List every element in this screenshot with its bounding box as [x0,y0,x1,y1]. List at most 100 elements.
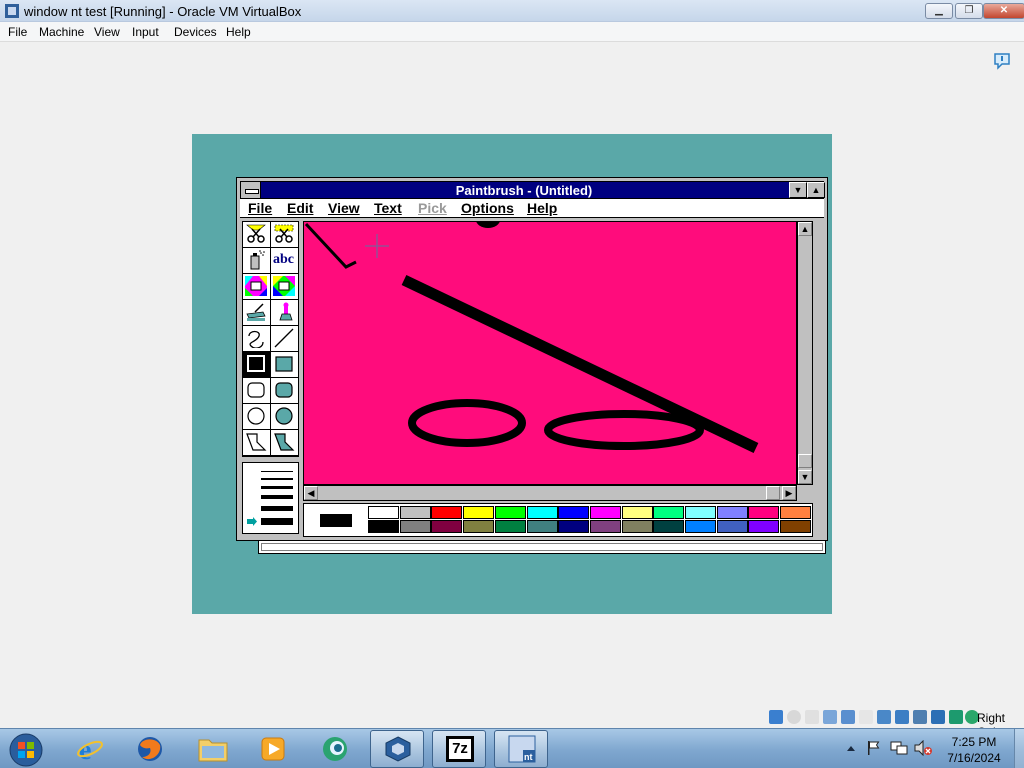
line-tool[interactable] [271,326,299,352]
palette-swatch[interactable] [368,506,399,519]
scroll-down-button[interactable]: ▼ [798,470,812,484]
menu-file[interactable]: File [8,25,27,39]
palette-swatch[interactable] [431,520,463,533]
floppy-icon[interactable] [805,710,819,724]
palette-swatch[interactable] [589,506,621,519]
close-button[interactable]: ✕ [983,3,1024,19]
rounded-box-tool[interactable] [243,378,271,404]
action-center-flag-icon[interactable] [866,740,882,756]
pb-menu-help[interactable]: Help [527,200,557,216]
volume-muted-icon[interactable] [914,740,932,756]
network-icon[interactable] [823,710,837,724]
pb-menu-file[interactable]: File [248,200,272,216]
menu-input[interactable]: Input [132,25,159,39]
filled-circle-tool[interactable] [271,404,299,430]
video-capture-icon[interactable] [895,710,909,724]
palette-swatch[interactable] [748,506,780,519]
menu-help[interactable]: Help [226,25,251,39]
line-size-selector[interactable] [242,462,299,534]
palette-swatch[interactable] [685,506,716,519]
pick-tool[interactable] [271,222,299,248]
palette-swatch[interactable] [463,506,495,519]
circle-tool[interactable] [243,404,271,430]
system-clock[interactable]: 7:25 PM 7/16/2024 [936,734,1012,766]
optical-drive-icon[interactable] [787,710,801,724]
usb-icon[interactable] [841,710,855,724]
filled-box-tool[interactable] [271,352,299,378]
box-tool[interactable] [243,352,271,378]
pb-menu-text[interactable]: Text [374,200,402,216]
pb-menu-edit[interactable]: Edit [287,200,313,216]
display-icon[interactable] [877,710,891,724]
hard-disk-icon[interactable] [769,710,783,724]
scroll-right-button[interactable]: ▶ [782,486,796,500]
taskbar-app[interactable] [308,730,362,768]
horizontal-scrollbar[interactable]: ◀ ▶ [303,485,797,501]
cpu-icon[interactable] [913,710,927,724]
brush-tool[interactable] [271,300,299,326]
vertical-scroll-thumb[interactable] [798,454,812,468]
line-widths[interactable] [243,463,298,533]
palette-swatch[interactable] [653,506,685,519]
system-menu-button[interactable] [241,182,261,198]
palette-swatch[interactable] [716,520,748,533]
restore-button[interactable]: ❐ [955,3,983,19]
scroll-up-button[interactable]: ▲ [798,222,812,236]
polygon-tool[interactable] [243,430,271,456]
pb-menu-options[interactable]: Options [461,200,514,216]
palette-swatch[interactable] [399,506,431,519]
minimize-button[interactable]: ▁ [925,3,953,19]
pb-menu-view[interactable]: View [328,200,360,216]
show-desktop-button[interactable] [1014,729,1024,768]
palette-swatch[interactable] [368,520,399,533]
palette-swatch[interactable] [685,520,716,533]
palette-swatch[interactable] [494,506,526,519]
filled-polygon-tool[interactable] [271,430,299,456]
notification-icon[interactable] [993,52,1011,70]
tray-expand-icon[interactable] [846,744,856,752]
palette-swatch[interactable] [526,506,558,519]
text-tool[interactable]: abc [271,248,299,274]
taskbar-windows-nt[interactable]: nt [494,730,548,768]
menu-machine[interactable]: Machine [39,25,84,39]
taskbar-explorer[interactable] [186,730,240,768]
palette-swatch[interactable] [558,506,590,519]
eraser-tool[interactable] [271,274,299,300]
color-eraser-tool[interactable] [243,274,271,300]
scroll-left-button[interactable]: ◀ [304,486,318,500]
palette-swatch[interactable] [399,520,431,533]
maximize-arrow-button[interactable]: ▲ [807,182,825,198]
shared-folders-icon[interactable] [859,710,873,724]
palette-swatch[interactable] [463,520,495,533]
paint-roller-tool[interactable] [243,300,271,326]
curve-tool[interactable] [243,326,271,352]
taskbar-ie[interactable]: e [63,730,117,768]
minimize-arrow-button[interactable]: ▼ [789,182,807,198]
taskbar-media[interactable] [246,730,300,768]
palette-swatch[interactable] [558,520,590,533]
taskbar-7zip[interactable]: 7z [432,730,486,768]
drawing-canvas[interactable] [303,221,797,485]
palette-swatch[interactable] [748,520,780,533]
filled-rounded-box-tool[interactable] [271,378,299,404]
vertical-scrollbar[interactable]: ▲ ▼ [797,221,813,485]
palette-swatch[interactable] [526,520,558,533]
vm-display[interactable]: Paintbrush - (Untitled) ▼ ▲ File Edit Vi… [192,134,832,614]
palette-swatch[interactable] [494,520,526,533]
menu-devices[interactable]: Devices [174,25,217,39]
palette-swatch[interactable] [589,520,621,533]
airbrush-tool[interactable] [243,248,271,274]
palette-swatch[interactable] [431,506,463,519]
palette-swatch[interactable] [780,506,812,519]
palette-swatch[interactable] [621,506,653,519]
horizontal-scroll-thumb[interactable] [766,486,780,500]
start-button[interactable] [0,730,54,768]
keyboard-capture-icon[interactable] [949,710,963,724]
network-tray-icon[interactable] [890,740,908,756]
palette-swatch[interactable] [780,520,812,533]
palette-swatch[interactable] [621,520,653,533]
scissors-tool[interactable] [243,222,271,248]
mouse-integration-icon[interactable] [931,710,945,724]
palette-swatch[interactable] [716,506,748,519]
menu-view[interactable]: View [94,25,120,39]
